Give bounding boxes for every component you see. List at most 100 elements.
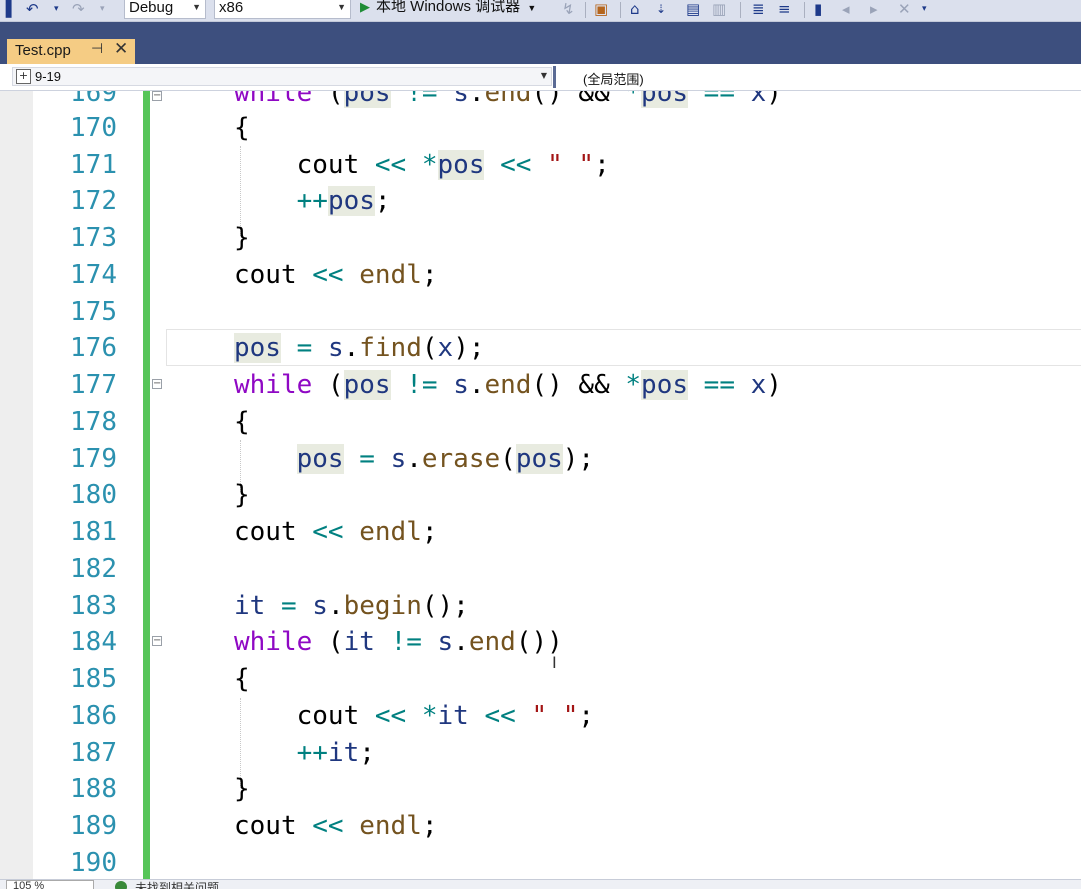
line-number: 181 [70, 517, 117, 547]
code-line: 184 while (it != s.end()) [0, 624, 1081, 661]
line-number: 172 [70, 186, 117, 216]
clear-bookmark-icon[interactable]: ✕ [898, 0, 911, 20]
line-number: 174 [70, 260, 117, 290]
code-text: while (pos != s.end() && *pos == x) [234, 370, 782, 400]
navigation-bar: + 9-19 ▼ (全局范围) [0, 64, 1081, 91]
code-line: 177 while (pos != s.end() && *pos == x) [0, 367, 1081, 404]
code-line: 183 it = s.begin(); [0, 588, 1081, 625]
folder-icon[interactable]: ▣ [594, 0, 608, 20]
check-icon [115, 881, 127, 889]
code-line: 175 [0, 294, 1081, 331]
bookmark-icon[interactable]: ▮ [814, 0, 822, 20]
undo-icon[interactable]: ↶ [26, 0, 39, 20]
code-line: 176 pos = s.find(x); [0, 330, 1081, 367]
redo-icon[interactable]: ↷ [72, 0, 85, 20]
tab-label: Test.cpp [15, 42, 71, 59]
code-line: 185 { [0, 661, 1081, 698]
line-number: 176 [70, 333, 117, 363]
chevron-down-icon[interactable]: ▼ [527, 3, 536, 13]
zoom-value: 105 % [13, 880, 45, 889]
platform-select[interactable]: x86 ▼ [214, 0, 351, 19]
line-number: 190 [70, 848, 117, 878]
tab-test-cpp[interactable]: Test.cpp ⊣ ✕ [7, 39, 135, 64]
line-number: 173 [70, 223, 117, 253]
code-line: 188 } [0, 771, 1081, 808]
line-number: 183 [70, 591, 117, 621]
indent-icon[interactable]: ≣ [752, 0, 765, 20]
chevron-down-icon: ▼ [192, 2, 201, 12]
code-line: 182 [0, 551, 1081, 588]
line-number: 180 [70, 480, 117, 510]
chevron-down-icon: ▼ [540, 71, 547, 80]
code-line: 170 { [0, 110, 1081, 147]
overflow-icon[interactable]: ▾ [922, 0, 927, 20]
configuration-value: Debug [129, 0, 174, 16]
code-text: { [234, 407, 250, 437]
line-number: 188 [70, 774, 117, 804]
code-text: ++pos; [296, 186, 391, 216]
global-scope-value: (全局范围) [583, 72, 644, 87]
line-number: 169 [70, 91, 117, 108]
line-number: 187 [70, 738, 117, 768]
configuration-select[interactable]: Debug ▼ [124, 0, 206, 19]
splitter[interactable] [553, 66, 556, 88]
project-icon: + [16, 69, 31, 84]
code-line: 189 cout << endl; [0, 808, 1081, 845]
next-bookmark-icon[interactable]: ▸ [870, 0, 878, 20]
code-text: } [234, 223, 250, 253]
line-number: 184 [70, 627, 117, 657]
code-text: { [234, 113, 250, 143]
hot-reload-icon[interactable]: ↯ [562, 0, 575, 20]
document-tabstrip: Test.cpp ⊣ ✕ [0, 22, 1081, 64]
redo-dropdown-icon[interactable]: ▾ [100, 0, 105, 20]
line-number: 185 [70, 664, 117, 694]
code-line: 169 while (pos != s.end() && *pos == x) [0, 91, 1081, 112]
code-line: 173 } [0, 220, 1081, 257]
code-text: } [234, 774, 250, 804]
code-text: cout << endl; [234, 260, 438, 290]
code-line: 174 cout << endl; [0, 257, 1081, 294]
global-scope-dropdown[interactable]: (全局范围) [560, 67, 1080, 87]
play-icon: ▶ [360, 0, 370, 14]
text-cursor-icon: I [552, 653, 557, 672]
outdent-icon[interactable]: ≡ [778, 0, 791, 20]
pin-icon[interactable]: ⊣ [91, 41, 103, 57]
code-text: cout << *it << " "; [234, 701, 595, 731]
code-line: 179 pos = s.erase(pos); [0, 441, 1081, 478]
code-text: cout << *pos << " "; [234, 150, 610, 180]
code-line: 178 { [0, 404, 1081, 441]
code-text: cout << endl; [234, 517, 438, 547]
start-debugging-button[interactable]: ▶ 本地 Windows 调试器 ▼ [360, 0, 536, 19]
home-icon[interactable]: ⌂ [630, 0, 640, 20]
code-text: pos = s.find(x); [234, 333, 485, 363]
code-text: pos = s.erase(pos); [296, 444, 595, 474]
line-number: 189 [70, 811, 117, 841]
code-line: 172 ++pos; [0, 183, 1081, 220]
code-text: cout << endl; [234, 811, 438, 841]
line-number: 170 [70, 113, 117, 143]
code-text: ++it; [296, 738, 375, 768]
prev-bookmark-icon[interactable]: ◂ [842, 0, 850, 20]
line-number: 186 [70, 701, 117, 731]
project-scope-value: 9-19 [35, 69, 62, 84]
code-text: while (pos != s.end() && *pos == x) [234, 91, 782, 112]
undo-dropdown-icon[interactable]: ▾ [54, 0, 59, 20]
zoom-select[interactable]: 105 % [6, 880, 94, 889]
uncomment-icon[interactable]: ▥ [712, 0, 726, 20]
run-label: 本地 Windows 调试器 [376, 0, 521, 15]
code-text: while (it != s.end()) [234, 627, 563, 657]
line-number: 182 [70, 554, 117, 584]
platform-value: x86 [219, 0, 244, 16]
code-line: 190 [0, 845, 1081, 879]
code-text: } [234, 480, 250, 510]
close-icon[interactable]: ✕ [114, 39, 128, 59]
project-scope-dropdown[interactable]: + 9-19 ▼ [12, 67, 552, 86]
chevron-down-icon: ▼ [337, 2, 346, 12]
code-line: 171 cout << *pos << " "; [0, 147, 1081, 184]
status-message: 未找到相关问题 [135, 881, 220, 889]
step-icon[interactable]: ⇣ [656, 0, 666, 20]
toolbar: ▐ ↶ ▾ ↷ ▾ Debug ▼ x86 ▼ ▶ 本地 Windows 调试器 … [0, 0, 1081, 22]
code-editor[interactable]: − − − 169 while (pos != s.end() && *pos … [0, 91, 1081, 879]
line-number: 171 [70, 150, 117, 180]
comment-icon[interactable]: ▤ [686, 0, 700, 20]
